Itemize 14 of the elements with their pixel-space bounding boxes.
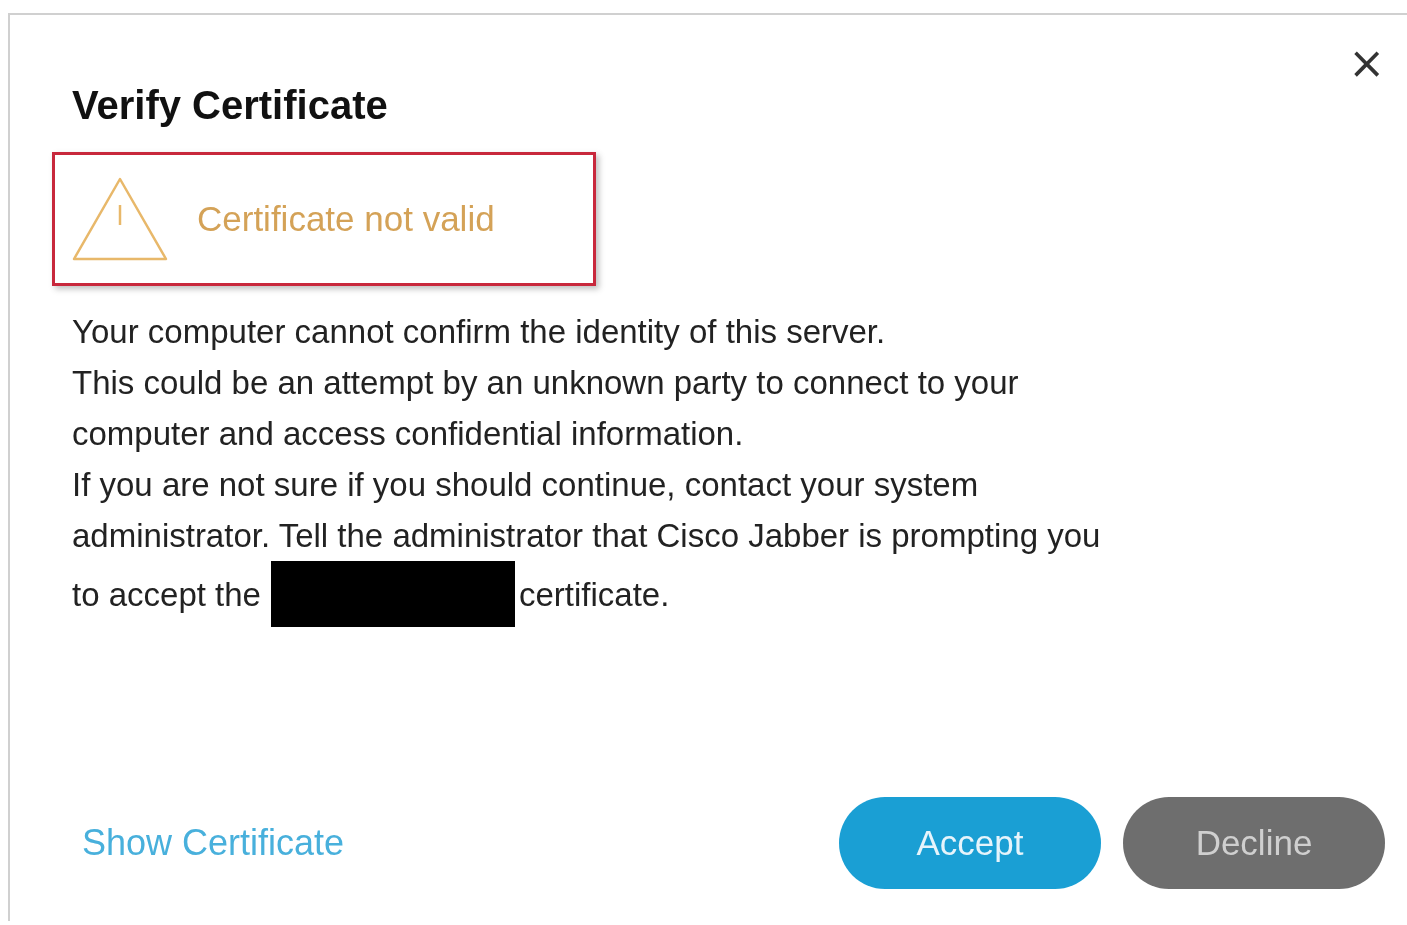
- message-line: to accept the: [72, 574, 261, 615]
- accept-button[interactable]: Accept: [839, 797, 1101, 889]
- warning-text: Certificate not valid: [197, 199, 495, 239]
- dialog-title: Verify Certificate: [72, 83, 389, 128]
- message-line: certificate.: [518, 574, 670, 615]
- message-line: Your computer cannot confirm the identity of this server.: [72, 312, 887, 352]
- message-line: administrator. Tell the administrator that Cisco Jabber is prompting you: [72, 516, 1102, 556]
- close-button[interactable]: ×: [1348, 41, 1385, 85]
- decline-button[interactable]: Decline: [1123, 797, 1385, 889]
- message-line: If you are not sure if you should continue, contact your system: [72, 465, 980, 505]
- message-line: computer and access confidential information.: [72, 414, 745, 454]
- warning-icon: [71, 175, 169, 263]
- message-line: This could be an attempt by an unknown party to connect to your: [72, 363, 1020, 403]
- show-certificate-link[interactable]: Show Certificate: [82, 822, 345, 864]
